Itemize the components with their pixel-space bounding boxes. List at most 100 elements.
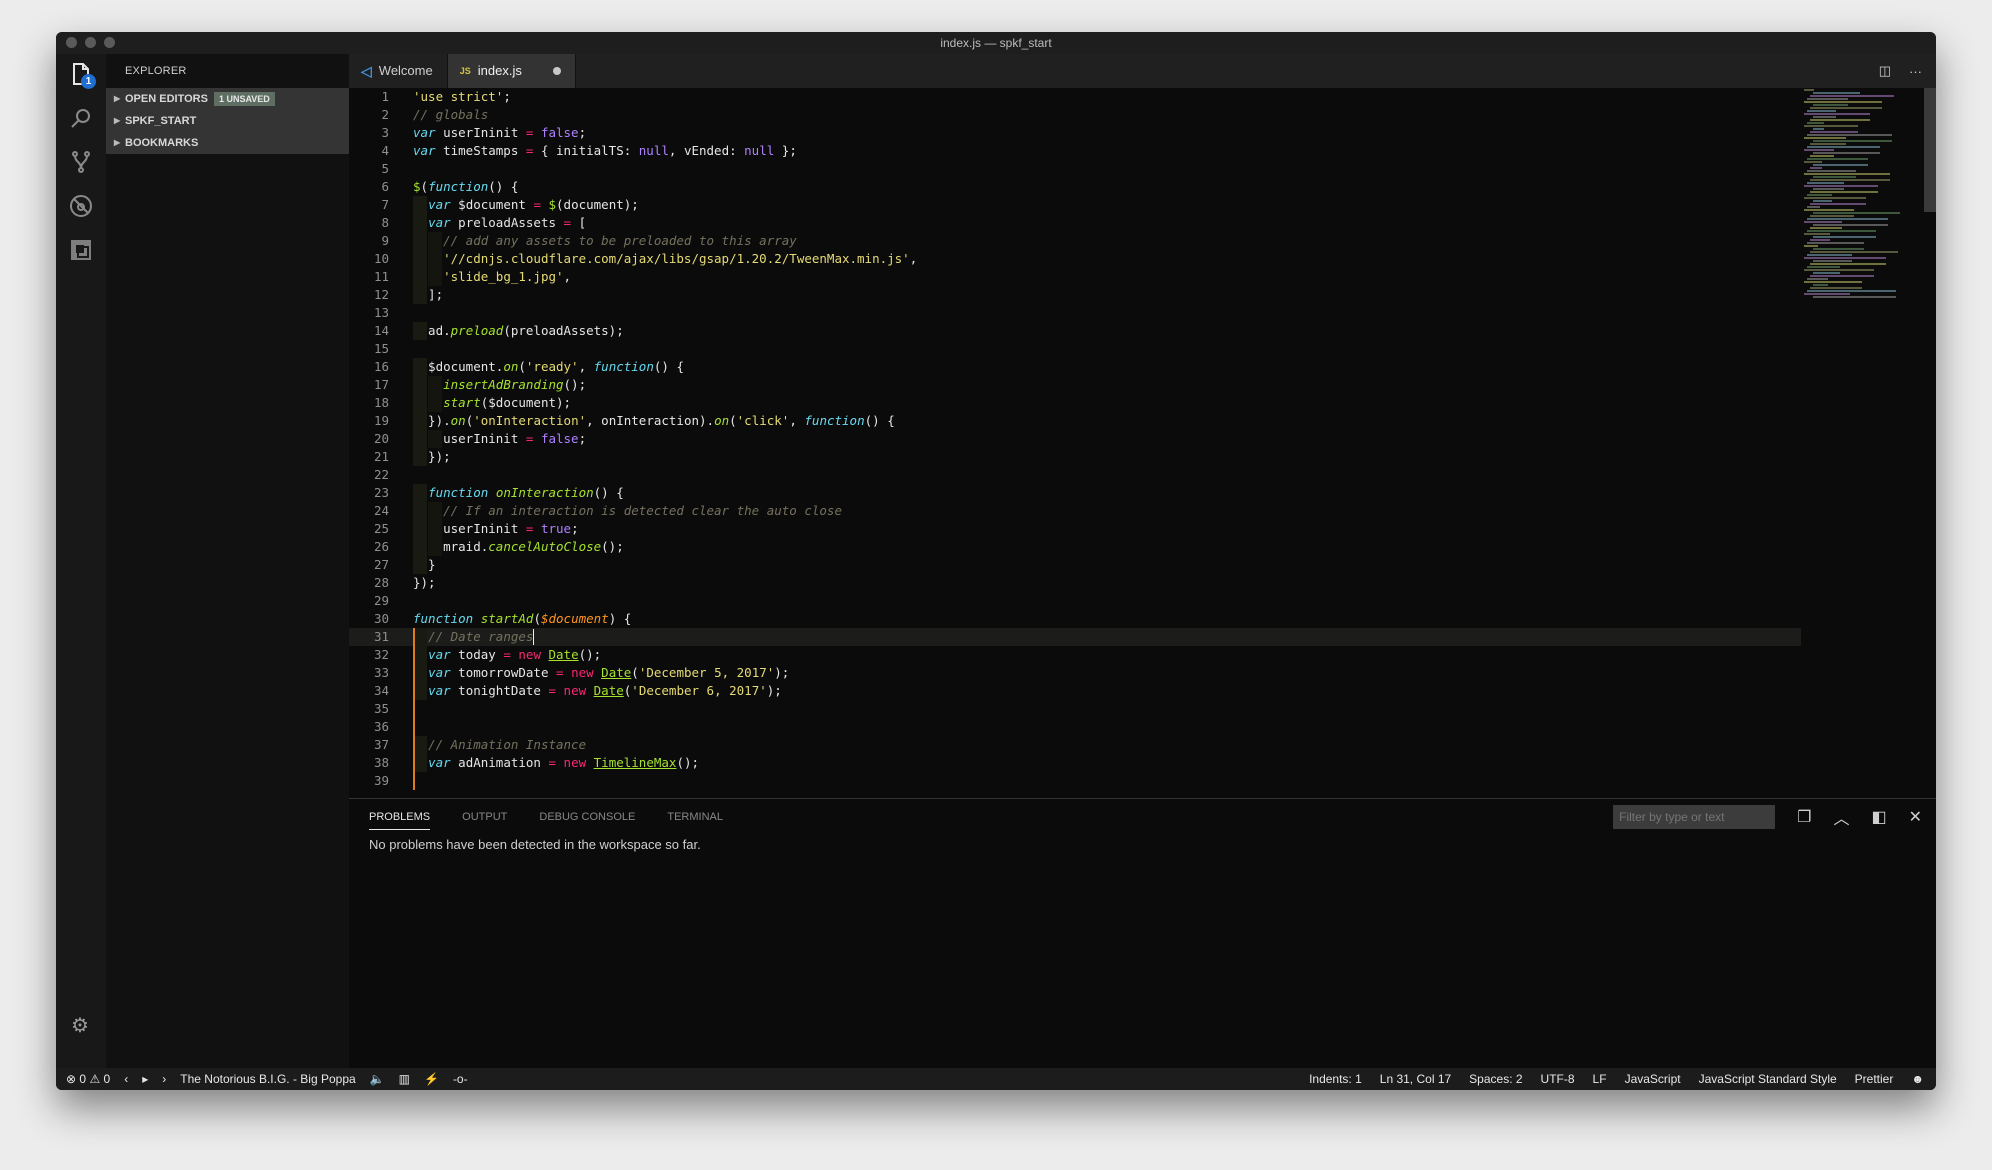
indent-guide <box>413 412 427 430</box>
line-number: 32 <box>373 647 389 662</box>
code-line[interactable]: 12 ]; <box>349 286 1936 304</box>
code-line[interactable]: 37 // Animation Instance <box>349 736 1936 754</box>
eol-status[interactable]: LF <box>1593 1072 1607 1086</box>
code-line[interactable]: 29 <box>349 592 1936 610</box>
line-number: 15 <box>373 341 389 356</box>
code-line[interactable]: 33 var tomorrowDate = new Date('December… <box>349 664 1936 682</box>
close-window-button[interactable] <box>66 37 77 48</box>
code-line[interactable]: 24 // If an interaction is detected clea… <box>349 502 1936 520</box>
volume-icon[interactable]: 🔈 <box>370 1072 385 1086</box>
explorer-icon[interactable]: 1 <box>69 62 96 89</box>
code-line[interactable]: 34 var tonightDate = new Date('December … <box>349 682 1936 700</box>
problems-status[interactable]: ⊗ 0 ⚠ 0 <box>66 1072 110 1086</box>
code-line[interactable]: 11 'slide_bg_1.jpg', <box>349 268 1936 286</box>
code-line[interactable]: 36 <box>349 718 1936 736</box>
code-line[interactable]: 7 var $document = $(document); <box>349 196 1936 214</box>
minimap-line <box>1804 137 1846 139</box>
book-icon[interactable]: ▥ <box>399 1072 410 1086</box>
lightning-icon[interactable]: ⚡ <box>424 1072 439 1086</box>
code-line[interactable]: 30 function startAd($document) { <box>349 610 1936 628</box>
section-open-editors[interactable]: ▶ OPEN EDITORS 1 UNSAVED <box>106 88 349 110</box>
code-line[interactable]: 25 userIninit = true; <box>349 520 1936 538</box>
code-line[interactable]: 2 // globals <box>349 106 1936 124</box>
code-line[interactable]: 6 $(function() { <box>349 178 1936 196</box>
source-control-icon[interactable] <box>69 150 93 174</box>
indent-guide <box>413 268 427 286</box>
code-line[interactable]: 5 <box>349 160 1936 178</box>
unsaved-dot-icon[interactable] <box>552 67 561 75</box>
editor-scrollbar[interactable] <box>1924 88 1936 212</box>
spaces-status[interactable]: Spaces: 2 <box>1469 1072 1522 1086</box>
minimap-line <box>1813 176 1856 178</box>
code-line[interactable]: 39 <box>349 772 1936 790</box>
code-line[interactable]: 32 var today = new Date(); <box>349 646 1936 664</box>
code-line[interactable]: 18 start($document); <box>349 394 1936 412</box>
code-line[interactable]: 35 <box>349 700 1936 718</box>
section-bookmarks[interactable]: ▶ BOOKMARKS <box>106 132 349 154</box>
code-line[interactable]: 17 insertAdBranding(); <box>349 376 1936 394</box>
search-icon[interactable] <box>69 106 93 130</box>
code-line[interactable]: 9 // add any assets to be preloaded to t… <box>349 232 1936 250</box>
maximize-window-button[interactable] <box>104 37 115 48</box>
minimize-window-button[interactable] <box>85 37 96 48</box>
code-line[interactable]: 23 function onInteraction() { <box>349 484 1936 502</box>
git-commit-icon[interactable]: -o- <box>453 1072 468 1086</box>
code-line[interactable]: 16 $document.on('ready', function() { <box>349 358 1936 376</box>
encoding-status[interactable]: UTF-8 <box>1541 1072 1575 1086</box>
code-line[interactable]: 4 var timeStamps = { initialTS: null, vEn… <box>349 142 1936 160</box>
next-track-icon[interactable]: › <box>162 1072 166 1086</box>
code-line[interactable]: 3 var userIninit = false; <box>349 124 1936 142</box>
code-line[interactable]: 27 } <box>349 556 1936 574</box>
code-line[interactable]: 1 'use strict'; <box>349 88 1936 106</box>
close-panel-icon[interactable]: ✕ <box>1909 807 1922 827</box>
maximize-panel-icon[interactable]: ︿ <box>1833 805 1849 829</box>
minimap-line <box>1804 173 1890 175</box>
code-line[interactable]: 15 <box>349 340 1936 358</box>
linter-status[interactable]: JavaScript Standard Style <box>1699 1072 1837 1086</box>
code-line[interactable]: 21 }); <box>349 448 1936 466</box>
js-file-icon: JS <box>459 66 471 76</box>
code-line[interactable]: 13 <box>349 304 1936 322</box>
line-number: 12 <box>373 287 389 302</box>
debug-icon[interactable] <box>69 194 93 218</box>
panel-tab-terminal[interactable]: TERMINAL <box>667 805 723 829</box>
code-line[interactable]: 28}); <box>349 574 1936 592</box>
code-line[interactable]: 14 ad.preload(preloadAssets); <box>349 322 1936 340</box>
previous-track-icon[interactable]: ‹ <box>124 1072 128 1086</box>
tab-welcome[interactable]: ◁ Welcome <box>349 54 448 88</box>
more-actions-icon[interactable]: ··· <box>1909 64 1922 79</box>
code-line[interactable]: 26 mraid.cancelAutoClose(); <box>349 538 1936 556</box>
play-icon[interactable]: ▸ <box>142 1072 148 1086</box>
minimap-line <box>1810 215 1854 217</box>
section-spkf-start[interactable]: ▶ SPKF_START <box>106 110 349 132</box>
formatter-status[interactable]: Prettier <box>1855 1072 1894 1086</box>
panel-tab-debug-console[interactable]: DEBUG CONSOLE <box>539 805 635 829</box>
cursor-position[interactable]: Ln 31, Col 17 <box>1380 1072 1451 1086</box>
line-number: 11 <box>373 269 389 284</box>
code-line[interactable]: 8 var preloadAssets = [ <box>349 214 1936 232</box>
language-mode[interactable]: JavaScript <box>1625 1072 1681 1086</box>
code-line[interactable]: 19 }).on('onInteraction', onInteraction)… <box>349 412 1936 430</box>
tab-index-js[interactable]: JS index.js <box>447 54 576 88</box>
editor-area: ◁ Welcome JS index.js ◫ ··· 1 'use strict… <box>349 54 1936 798</box>
collapse-all-icon[interactable]: ❐ <box>1797 807 1811 827</box>
problems-filter-input[interactable] <box>1613 805 1776 829</box>
code-line[interactable]: 20 userIninit = false; <box>349 430 1936 448</box>
code-line[interactable]: 10 '//cdnjs.cloudflare.com/ajax/libs/gsa… <box>349 250 1936 268</box>
minimap[interactable] <box>1796 88 1936 798</box>
split-editor-icon[interactable]: ◫ <box>1879 63 1891 79</box>
code-line[interactable]: 31 // Date ranges <box>349 628 1801 646</box>
panel-tab-output[interactable]: OUTPUT <box>462 805 507 829</box>
toggle-panel-position-icon[interactable]: ◧ <box>1871 807 1886 827</box>
now-playing[interactable]: The Notorious B.I.G. - Big Poppa <box>180 1072 355 1086</box>
code-line[interactable]: 38 var adAnimation = new TimelineMax(); <box>349 754 1936 772</box>
code-editor[interactable]: 1 'use strict'; 2 // globals 3 var userIninit… <box>349 88 1936 798</box>
minimap-line <box>1813 236 1876 238</box>
settings-gear-icon[interactable]: ⚙ <box>71 1013 89 1038</box>
extensions-icon[interactable] <box>69 238 93 262</box>
panel-tab-problems[interactable]: PROBLEMS <box>369 805 431 830</box>
code-line[interactable]: 22 <box>349 466 1936 484</box>
indents-status[interactable]: Indents: 1 <box>1309 1072 1362 1086</box>
feedback-smiley-icon[interactable]: ☻ <box>1911 1072 1924 1086</box>
line-number: 5 <box>381 161 389 176</box>
